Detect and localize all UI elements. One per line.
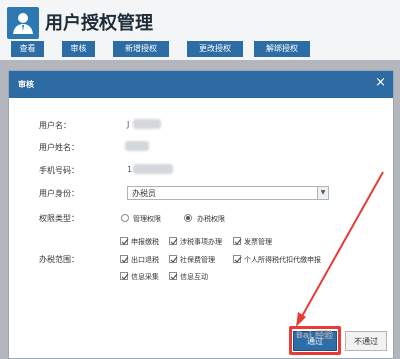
annotation-arrow-icon [296, 171, 384, 327]
watermark-logo: Bai 经验 [296, 331, 334, 341]
